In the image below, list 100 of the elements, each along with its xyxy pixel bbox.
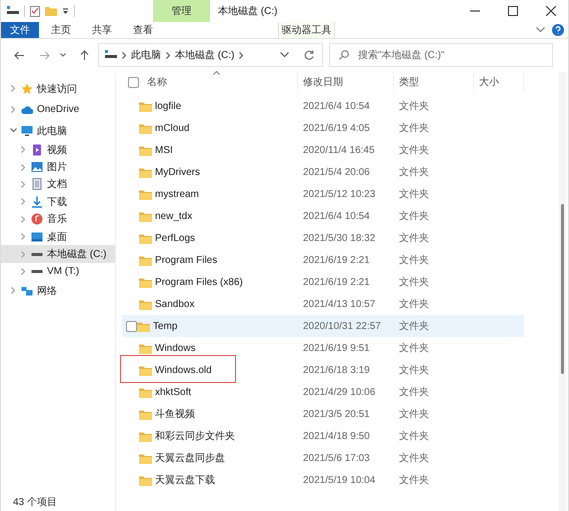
folder-icon xyxy=(139,474,152,486)
column-header[interactable]: 大小 xyxy=(474,72,524,92)
type-cell-text: 文件夹 xyxy=(399,320,429,333)
table-row[interactable]: 天翼云盘下载 2021/5/19 10:04 文件夹 xyxy=(122,469,524,491)
chevron-right-icon xyxy=(20,164,26,171)
table-row[interactable]: logfile 2021/6/4 10:54 文件夹 xyxy=(122,95,524,117)
file-name[interactable]: 斗鱼视频 xyxy=(155,407,195,421)
dropdown-icon[interactable] xyxy=(62,7,69,15)
refresh-icon[interactable] xyxy=(304,50,314,60)
folder-icon xyxy=(139,386,152,398)
maximize-icon[interactable] xyxy=(508,6,518,16)
breadcrumb[interactable]: 此电脑 xyxy=(131,48,161,62)
ribbon-tab[interactable]: 驱动器工具 xyxy=(278,22,335,38)
file-name[interactable]: Sandbox xyxy=(155,298,194,310)
chevron-right-icon xyxy=(20,198,26,206)
file-name[interactable]: Program Files (x86) xyxy=(155,276,243,288)
file-name[interactable]: MSI xyxy=(155,144,173,156)
date-cell: 2021/6/4 10:54 xyxy=(303,210,370,222)
file-name[interactable]: new_tdx xyxy=(155,210,192,222)
date-cell: 2021/6/4 10:54 xyxy=(303,100,370,112)
table-row[interactable]: MyDrivers 2021/5/4 20:06 文件夹 xyxy=(122,161,524,183)
table-row[interactable]: mystream 2021/5/12 10:23 文件夹 xyxy=(122,183,524,205)
breadcrumb[interactable]: 本地磁盘 (C:) xyxy=(175,48,234,62)
table-row[interactable]: Sandbox 2021/4/13 10:57 文件夹 xyxy=(122,293,524,315)
table-row[interactable]: mCloud 2021/6/19 4:05 文件夹 xyxy=(122,117,524,139)
table-row[interactable]: xhktSoft 2021/4/29 10:06 文件夹 xyxy=(122,381,524,403)
network-icon xyxy=(21,284,33,297)
window-title: 本地磁盘 (C:) xyxy=(218,4,278,18)
file-name[interactable]: logfile xyxy=(155,100,182,112)
date-cell: 2021/5/30 18:32 xyxy=(303,232,376,244)
chevron-down-icon[interactable] xyxy=(60,53,66,57)
address-bar[interactable]: 此电脑 本地磁盘 (C:) xyxy=(98,43,323,67)
table-row[interactable]: Windows.old 2021/6/18 3:19 文件夹 xyxy=(122,359,524,381)
scrollbar[interactable] xyxy=(559,72,566,511)
nav-item[interactable]: 网络 xyxy=(1,280,115,302)
file-name[interactable]: Program Files xyxy=(155,254,218,266)
nav-item[interactable]: 此电脑 xyxy=(1,120,115,141)
chevron-right-icon xyxy=(20,250,26,258)
drive-icon[interactable] xyxy=(7,6,19,16)
nav-item[interactable]: 下载 xyxy=(1,193,115,211)
ribbon-tab[interactable]: 查看 xyxy=(124,22,162,38)
type-cell-text: 文件夹 xyxy=(399,342,429,355)
folder-icon xyxy=(139,254,152,266)
file-name[interactable]: 天翼云盘同步盘 xyxy=(155,451,225,465)
nav-item[interactable]: 本地磁盘 (C:) xyxy=(1,245,115,263)
table-row[interactable]: Program Files (x86) 2021/6/19 2:21 文件夹 xyxy=(122,271,524,293)
type-cell-text: 文件夹 xyxy=(399,210,429,223)
nav-item[interactable]: 图片 xyxy=(1,158,115,176)
close-icon[interactable] xyxy=(546,6,556,16)
star-icon xyxy=(21,82,33,94)
folder-icon xyxy=(139,188,152,200)
ribbon-tab[interactable]: 文件 xyxy=(1,22,39,38)
folder-icon xyxy=(137,320,150,332)
file-name[interactable]: Windows.old xyxy=(155,364,212,376)
table-row[interactable]: 天翼云盘同步盘 2021/5/6 17:03 文件夹 xyxy=(122,447,524,469)
folder-icon xyxy=(139,166,152,178)
checkbox[interactable] xyxy=(126,320,137,332)
table-row[interactable]: new_tdx 2021/6/4 10:54 文件夹 xyxy=(122,205,524,227)
help-icon[interactable] xyxy=(552,24,564,36)
checkbox[interactable] xyxy=(128,76,139,88)
file-name[interactable]: Windows xyxy=(155,342,196,354)
nav-item[interactable]: OneDrive xyxy=(1,99,115,120)
column-header[interactable]: 类型 xyxy=(394,72,474,92)
ribbon-tab[interactable]: 主页 xyxy=(42,22,80,38)
desktop-icon xyxy=(31,230,43,243)
chevron-down-icon[interactable] xyxy=(280,52,289,58)
table-row[interactable]: 斗鱼视频 2021/3/5 20:51 文件夹 xyxy=(122,403,524,425)
folder-icon xyxy=(139,430,152,442)
file-name[interactable]: PerfLogs xyxy=(155,232,196,244)
table-row[interactable]: 和彩云同步文件夹 2021/4/18 9:50 文件夹 xyxy=(122,425,524,447)
ribbon-tab[interactable]: 共享 xyxy=(83,22,121,38)
nav-item[interactable]: 文档 xyxy=(1,176,115,194)
up-arrow-icon[interactable] xyxy=(80,50,89,60)
nav-item[interactable]: 音乐 xyxy=(1,210,115,228)
table-row[interactable]: Windows 2021/6/19 9:51 文件夹 xyxy=(122,337,524,359)
file-name[interactable]: Temp xyxy=(153,320,178,332)
file-name[interactable]: mCloud xyxy=(155,122,190,134)
nav-item[interactable]: 视频 xyxy=(1,141,115,158)
table-row[interactable]: Temp 2020/10/31 22:57 文件夹 xyxy=(122,315,524,337)
table-row[interactable]: MSI 2020/11/4 16:45 文件夹 xyxy=(122,139,524,161)
back-arrow-icon[interactable] xyxy=(14,50,24,60)
chevron-down-icon[interactable] xyxy=(536,27,545,33)
table-row[interactable]: Program Files 2021/6/19 2:21 文件夹 xyxy=(122,249,524,271)
file-name[interactable]: xhktSoft xyxy=(155,386,192,398)
file-name[interactable]: MyDrivers xyxy=(155,166,200,178)
column-header[interactable]: 修改日期 xyxy=(298,72,394,92)
table-row[interactable]: PerfLogs 2021/5/30 18:32 文件夹 xyxy=(122,227,524,249)
column-header[interactable]: 名称 xyxy=(122,72,298,92)
file-name[interactable]: 和彩云同步文件夹 xyxy=(155,429,235,443)
nav-item[interactable]: 桌面 xyxy=(1,228,115,246)
file-name[interactable]: mystream xyxy=(155,188,199,200)
search-field[interactable]: 搜索"本地磁盘 (C:)" xyxy=(329,43,553,67)
nav-item[interactable]: 快速访问 xyxy=(1,78,115,99)
folder-icon xyxy=(139,122,152,134)
checklist-icon[interactable] xyxy=(30,6,40,16)
file-name[interactable]: 天翼云盘下载 xyxy=(155,473,215,487)
scrollbar-thumb[interactable] xyxy=(561,204,564,374)
date-cell: 2021/4/13 10:57 xyxy=(303,298,376,310)
date-cell: 2021/5/19 10:04 xyxy=(303,474,376,486)
nav-item[interactable]: VM (T:) xyxy=(1,262,115,280)
